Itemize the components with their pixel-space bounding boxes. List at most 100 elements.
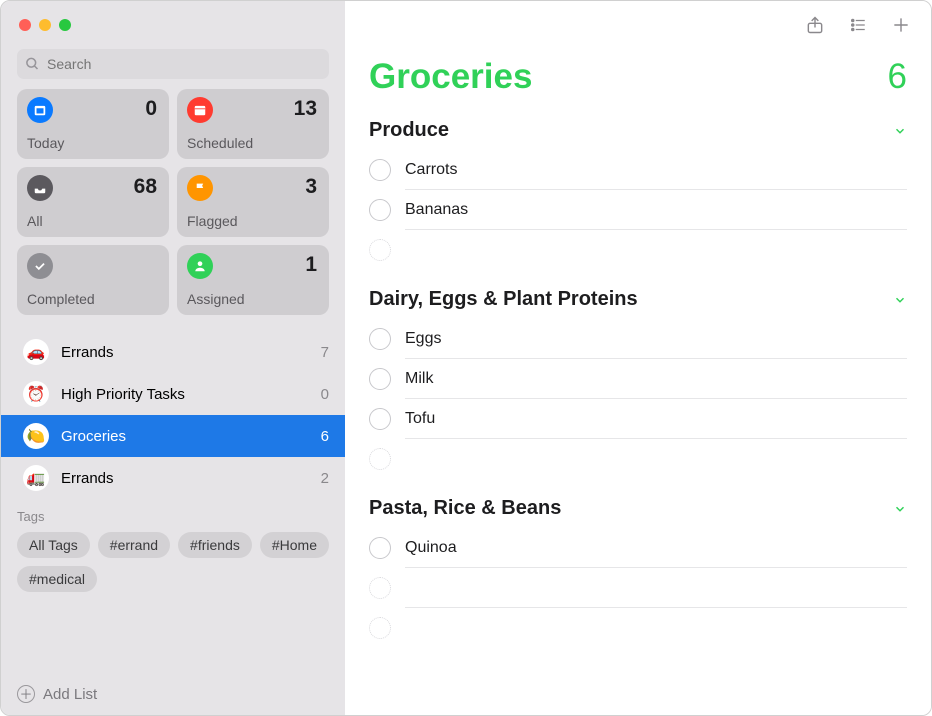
- reminder-title: Tofu: [405, 410, 907, 428]
- complete-toggle[interactable]: [369, 159, 391, 181]
- new-reminder-row[interactable]: [369, 568, 907, 608]
- sidebar-list-errands-2[interactable]: 🚛 Errands 2: [1, 457, 345, 499]
- list-name: High Priority Tasks: [61, 386, 309, 403]
- reminder-row[interactable]: Quinoa: [369, 528, 907, 568]
- complete-toggle[interactable]: [369, 408, 391, 430]
- complete-toggle[interactable]: [369, 368, 391, 390]
- tag-chip[interactable]: All Tags: [17, 532, 90, 558]
- smart-list-today[interactable]: 0 Today: [17, 89, 169, 159]
- complete-toggle[interactable]: [369, 537, 391, 559]
- reminder-title: Quinoa: [405, 539, 907, 557]
- reminder-title: Milk: [405, 370, 907, 388]
- new-item-circle[interactable]: [369, 617, 391, 639]
- list-options-icon[interactable]: [847, 16, 869, 34]
- smart-list-all[interactable]: 68 All: [17, 167, 169, 237]
- share-icon[interactable]: [805, 14, 825, 36]
- tag-chip[interactable]: #Home: [260, 532, 329, 558]
- sidebar-list-groceries[interactable]: 🍋 Groceries 6: [1, 415, 345, 457]
- app-window: 0 Today 13 Scheduled 68 All: [0, 0, 932, 716]
- plus-icon: ＋: [17, 685, 35, 703]
- chevron-down-icon: [893, 293, 907, 307]
- list-count: 6: [321, 428, 329, 445]
- list-count: 0: [321, 386, 329, 403]
- my-lists: 🚗 Errands 7 ⏰ High Priority Tasks 0 🍋 Gr…: [1, 327, 345, 673]
- new-reminder-row[interactable]: [369, 439, 907, 479]
- smart-label: Today: [27, 135, 64, 151]
- calendar-today-icon: [27, 97, 53, 123]
- sidebar: 0 Today 13 Scheduled 68 All: [1, 1, 345, 715]
- smart-count: 0: [145, 97, 157, 121]
- new-item-circle[interactable]: [369, 239, 391, 261]
- smart-label: Completed: [27, 291, 95, 307]
- reminder-title: Bananas: [405, 201, 907, 219]
- complete-toggle[interactable]: [369, 328, 391, 350]
- list-name: Errands: [61, 344, 309, 361]
- smart-count: 68: [134, 175, 157, 199]
- reminder-row[interactable]: Bananas: [369, 190, 907, 230]
- section-title: Pasta, Rice & Beans: [369, 497, 561, 520]
- section-header[interactable]: Pasta, Rice & Beans: [369, 493, 907, 528]
- list-count: 2: [321, 470, 329, 487]
- list-emoji-icon: 🍋: [23, 423, 49, 449]
- page-count: 6: [888, 57, 907, 97]
- smart-label: Flagged: [187, 213, 238, 229]
- tag-chip[interactable]: #medical: [17, 566, 97, 592]
- list-count: 7: [321, 344, 329, 361]
- reminder-row[interactable]: Tofu: [369, 399, 907, 439]
- search-input[interactable]: [17, 49, 329, 79]
- window-controls: [1, 1, 345, 49]
- list-content: Groceries 6 Produce Carrots Bananas: [345, 49, 931, 715]
- smart-list-scheduled[interactable]: 13 Scheduled: [177, 89, 329, 159]
- smart-label: All: [27, 213, 43, 229]
- smart-label: Scheduled: [187, 135, 253, 151]
- list-emoji-icon: 🚛: [23, 465, 49, 491]
- smart-label: Assigned: [187, 291, 245, 307]
- person-icon: [187, 253, 213, 279]
- reminder-row[interactable]: Eggs: [369, 319, 907, 359]
- section-header[interactable]: Dairy, Eggs & Plant Proteins: [369, 284, 907, 319]
- smart-lists-grid: 0 Today 13 Scheduled 68 All: [1, 89, 345, 327]
- reminder-title: Eggs: [405, 330, 907, 348]
- add-reminder-icon[interactable]: [891, 15, 911, 35]
- tag-chip[interactable]: #errand: [98, 532, 170, 558]
- reminder-row[interactable]: Carrots: [369, 150, 907, 190]
- section-title: Dairy, Eggs & Plant Proteins: [369, 288, 638, 311]
- smart-list-assigned[interactable]: 1 Assigned: [177, 245, 329, 315]
- reminder-title: Carrots: [405, 161, 907, 179]
- new-item-circle[interactable]: [369, 577, 391, 599]
- smart-count: 13: [294, 97, 317, 121]
- section-title: Produce: [369, 119, 449, 142]
- calendar-icon: [187, 97, 213, 123]
- add-list-label: Add List: [43, 686, 97, 703]
- main-panel: Groceries 6 Produce Carrots Bananas: [345, 1, 931, 715]
- section-header[interactable]: Produce: [369, 115, 907, 150]
- section-dairy: Dairy, Eggs & Plant Proteins Eggs Milk T…: [369, 284, 907, 479]
- tag-chip[interactable]: #friends: [178, 532, 252, 558]
- section-pasta: Pasta, Rice & Beans Quinoa: [369, 493, 907, 648]
- smart-list-completed[interactable]: Completed: [17, 245, 169, 315]
- page-title: Groceries: [369, 57, 532, 97]
- add-list-button[interactable]: ＋ Add List: [1, 673, 345, 715]
- list-name: Errands: [61, 470, 309, 487]
- toolbar: [345, 1, 931, 49]
- minimize-button[interactable]: [39, 19, 51, 31]
- list-name: Groceries: [61, 428, 309, 445]
- sidebar-list-errands[interactable]: 🚗 Errands 7: [1, 331, 345, 373]
- tags-heading: Tags: [17, 509, 329, 524]
- smart-list-flagged[interactable]: 3 Flagged: [177, 167, 329, 237]
- checkmark-icon: [27, 253, 53, 279]
- section-produce: Produce Carrots Bananas: [369, 115, 907, 270]
- close-button[interactable]: [19, 19, 31, 31]
- new-reminder-row[interactable]: [369, 230, 907, 270]
- new-item-circle[interactable]: [369, 448, 391, 470]
- reminder-row[interactable]: Milk: [369, 359, 907, 399]
- maximize-button[interactable]: [59, 19, 71, 31]
- new-reminder-row[interactable]: [369, 608, 907, 648]
- complete-toggle[interactable]: [369, 199, 391, 221]
- smart-count: 1: [305, 253, 317, 277]
- search-icon: [25, 57, 40, 72]
- tray-icon: [27, 175, 53, 201]
- sidebar-list-high-priority[interactable]: ⏰ High Priority Tasks 0: [1, 373, 345, 415]
- tags-section: Tags All Tags #errand #friends #Home #me…: [1, 499, 345, 592]
- list-emoji-icon: ⏰: [23, 381, 49, 407]
